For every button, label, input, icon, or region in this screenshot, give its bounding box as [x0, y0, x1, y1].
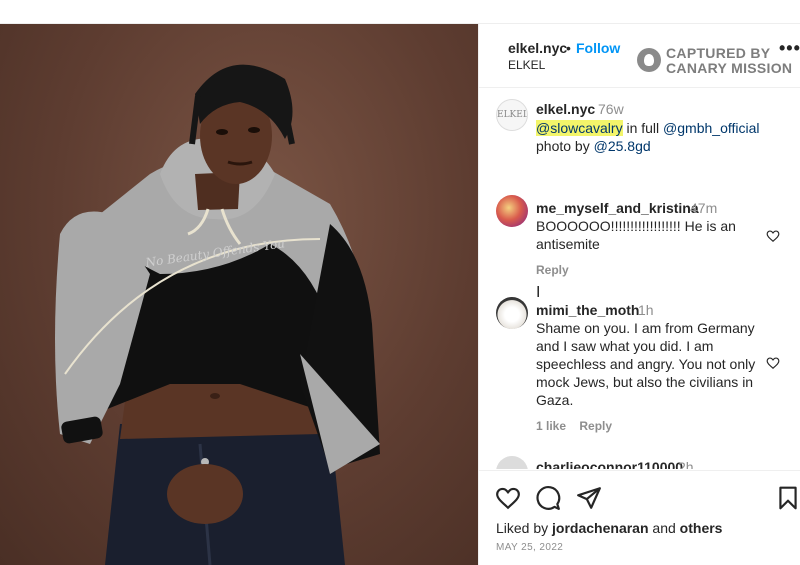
mention-link[interactable]: @25.8gd [594, 138, 651, 154]
commenter-avatar[interactable] [496, 195, 528, 227]
caption-text-part: in full [622, 120, 664, 136]
heart-icon[interactable] [495, 485, 521, 511]
comment-time: 2h [678, 459, 694, 469]
comment-text: Shame on you. I am from Germany and I sa… [536, 320, 756, 408]
reply-button[interactable]: Reply [536, 263, 569, 277]
watermark-line2: CANARY MISSION [666, 60, 793, 76]
more-icon[interactable]: ••• [779, 38, 800, 59]
caption-text: @slowcavalry in full @gmbh_official phot… [536, 119, 776, 155]
post-photo: No Beauty Offends You [0, 24, 478, 565]
comment-username-link[interactable]: me_myself_and_kristina [536, 200, 699, 216]
caption-username-link[interactable]: elkel.nyc [536, 101, 595, 117]
liked-user-link[interactable]: jordachenaran [552, 520, 648, 536]
liked-mid: and [648, 520, 680, 536]
post-header: elkel.nyc • Follow ELKEL CAPTURED BY CAN… [479, 24, 800, 88]
commenter-avatar[interactable] [496, 456, 528, 469]
comment-username-link[interactable]: mimi_the_moth [536, 302, 639, 318]
caption-text-part: photo by [536, 138, 594, 154]
liked-others-link[interactable]: others [680, 520, 723, 536]
mention-link[interactable]: @gmbh_official [663, 120, 759, 136]
text-cursor-icon: I [536, 283, 541, 301]
caption-avatar[interactable]: ELKEL [496, 99, 528, 131]
reply-button[interactable]: Reply [579, 419, 612, 433]
comment-meta: Reply [536, 263, 569, 277]
comment-meta: 1 like Reply [536, 419, 612, 433]
browser-top-strip [0, 0, 800, 24]
post-side-panel: elkel.nyc • Follow ELKEL CAPTURED BY CAN… [478, 24, 800, 565]
caption-time: 76w [598, 101, 624, 117]
likes-count[interactable]: 1 like [536, 419, 566, 433]
mention-link[interactable]: @slowcavalry [536, 120, 623, 136]
comment-text: BOOOOOO!!!!!!!!!!!!!!!!!! He is an antis… [536, 218, 736, 252]
follow-button[interactable]: Follow [576, 40, 620, 56]
model-in-hoodie-illustration [55, 64, 380, 565]
comment-username-link[interactable]: charlieoconnor110000 [536, 459, 683, 469]
comment-time: 1h [638, 302, 654, 318]
post-date[interactable]: MAY 25, 2022 [496, 542, 563, 553]
comment-icon[interactable] [535, 485, 561, 511]
commenter-avatar[interactable] [496, 297, 528, 329]
comments-list[interactable]: ELKEL elkel.nyc 76w @slowcavalry in full… [479, 89, 800, 469]
bookmark-icon[interactable] [775, 485, 800, 511]
comment-time: 47m [690, 200, 718, 216]
header-subtitle: ELKEL [508, 58, 546, 72]
canary-logo-icon [637, 48, 661, 72]
header-separator: • [566, 40, 571, 56]
liked-by-line: Liked by jordachenaran and others [496, 520, 722, 536]
heart-icon[interactable] [766, 229, 780, 243]
share-icon[interactable] [576, 485, 602, 511]
watermark-line1: CAPTURED BY [666, 45, 771, 61]
post-actions-bar: Liked by jordachenaran and others MAY 25… [479, 470, 800, 565]
header-username-link[interactable]: elkel.nyc [508, 40, 567, 56]
heart-icon[interactable] [766, 356, 780, 370]
liked-prefix: Liked by [496, 520, 553, 536]
canary-mission-watermark: CAPTURED BY CANARY MISSION [637, 44, 792, 78]
